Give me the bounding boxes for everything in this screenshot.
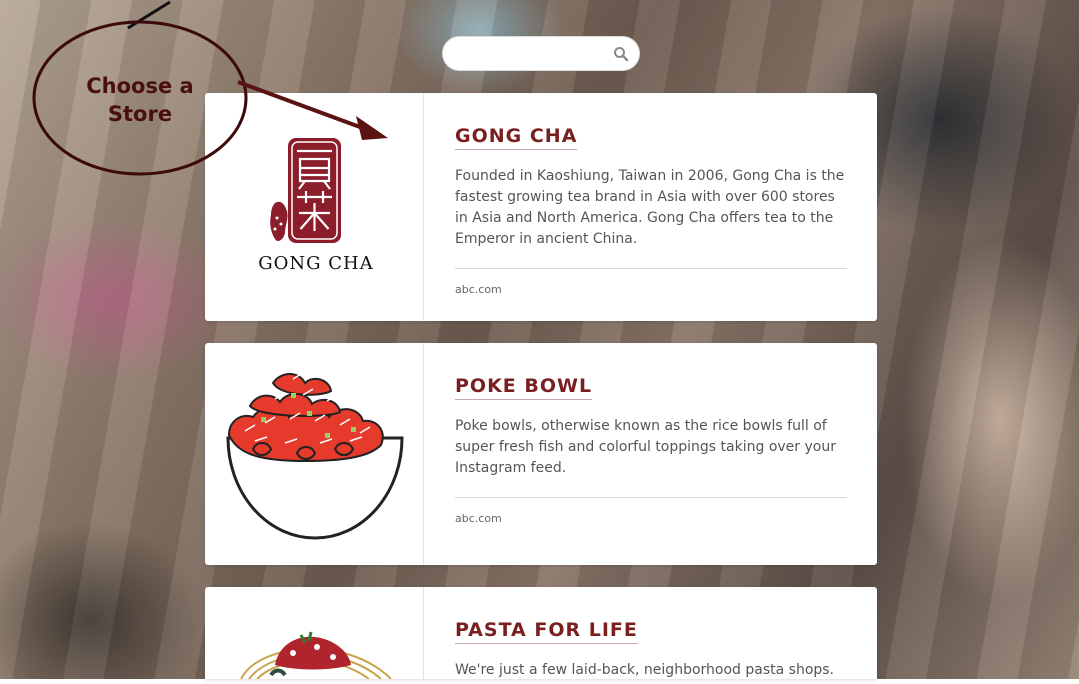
store-card-poke-bowl[interactable]: POKE BOWL Poke bowls, otherwise known as…	[205, 343, 877, 565]
store-logo: GONG CHA	[205, 93, 424, 321]
store-logo	[205, 343, 424, 565]
store-link[interactable]: abc.com	[455, 283, 502, 296]
store-card-gong-cha[interactable]: GONG CHA GONG CHA Founded in Kaoshiung, …	[205, 93, 877, 321]
annotation-label: Choose a Store	[70, 72, 210, 128]
search-bar[interactable]	[442, 36, 640, 71]
store-link[interactable]: abc.com	[455, 512, 502, 525]
search-input[interactable]	[457, 44, 611, 66]
store-description: Poke bowls, otherwise known as the rice …	[455, 418, 836, 476]
store-title[interactable]: POKE BOWL	[455, 375, 593, 400]
divider	[455, 497, 847, 498]
store-title[interactable]: PASTA FOR LIFE	[455, 619, 638, 644]
store-card-pasta-for-life[interactable]: PASTA FOR LIFE We're just a few laid-bac…	[205, 587, 877, 680]
store-description: Founded in Kaoshiung, Taiwan in 2006, Go…	[455, 168, 845, 247]
search-icon[interactable]	[613, 46, 629, 62]
store-logo	[205, 587, 424, 680]
store-title[interactable]: GONG CHA	[455, 125, 578, 150]
annotation-line-1: Choose a	[86, 74, 194, 98]
annotation-line-2: Store	[107, 102, 173, 126]
divider	[455, 268, 847, 269]
logo-text: GONG CHA	[258, 253, 373, 274]
store-description: We're just a few laid-back, neighborhood…	[455, 662, 835, 678]
